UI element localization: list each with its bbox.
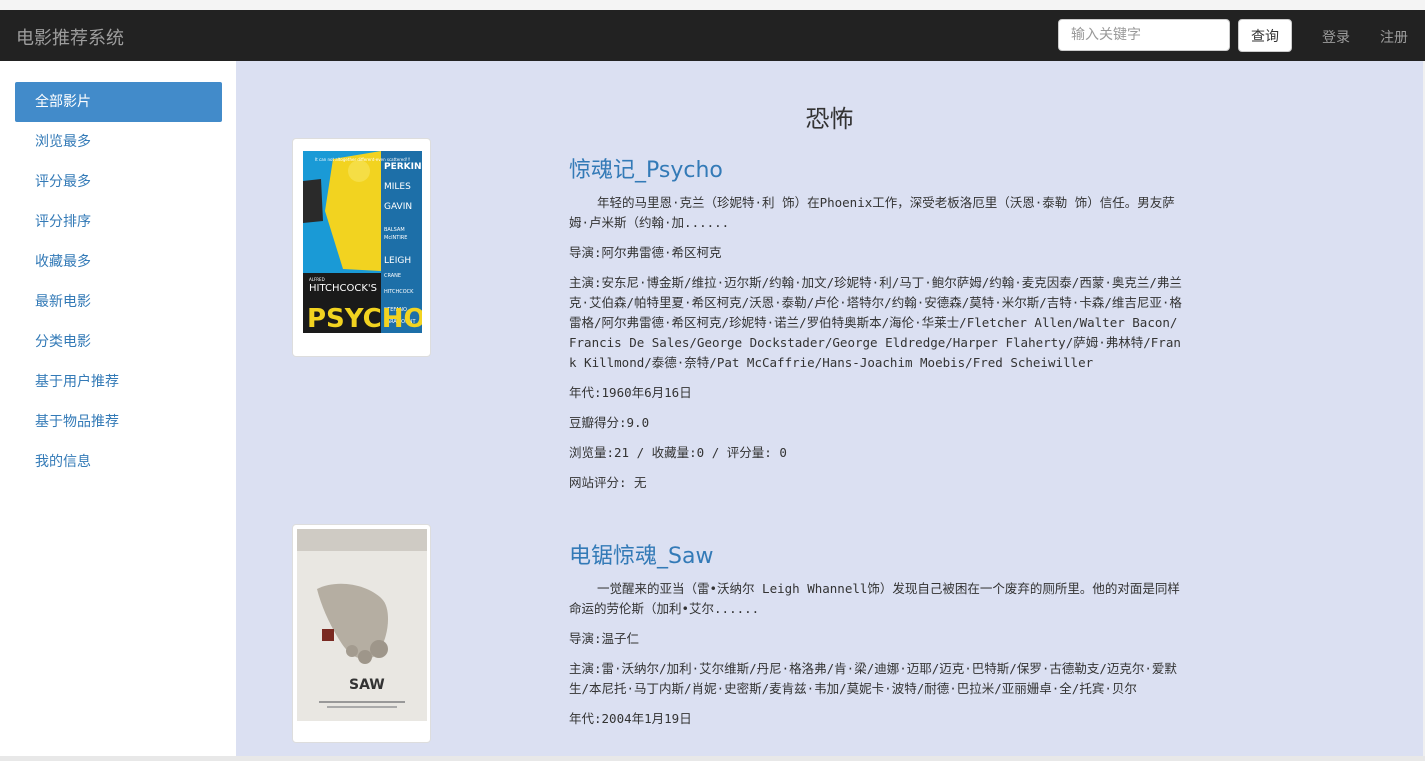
movie-douban-score: 豆瓣得分:9.0 (569, 415, 650, 430)
svg-text:MILES: MILES (384, 182, 411, 192)
svg-text:PERKINS: PERKINS (384, 162, 422, 172)
sidebar-item-user-based[interactable]: 基于用户推荐 (15, 362, 222, 402)
main-content: 恐怖 It can not altogether different-even … (236, 61, 1423, 761)
search-input[interactable] (1058, 19, 1230, 51)
sidebar-item-all-movies[interactable]: 全部影片 (15, 82, 222, 122)
poster-image: SAW (297, 529, 427, 721)
sidebar: 全部影片 浏览最多 评分最多 评分排序 收藏最多 最新电影 分类电影 基于用户推… (0, 61, 236, 761)
svg-text:HITCHCOCK: HITCHCOCK (384, 289, 414, 295)
top-navbar: 电影推荐系统 查询 登录 注册 (0, 10, 1425, 61)
svg-text:LEIGH: LEIGH (384, 256, 411, 266)
svg-text:BALSAM: BALSAM (384, 227, 405, 233)
login-link[interactable]: 登录 (1322, 27, 1350, 47)
sidebar-item-item-based[interactable]: 基于物品推荐 (15, 402, 222, 442)
category-title: 恐怖 (805, 105, 854, 133)
svg-text:CRANE: CRANE (384, 273, 401, 279)
movie-site-rating: 网站评分: 无 (569, 475, 647, 490)
movie-director: 导演:温子仁 (569, 631, 640, 646)
sidebar-item-my-info[interactable]: 我的信息 (15, 442, 222, 482)
poster-image: It can not altogether different-even sca… (303, 151, 422, 333)
brand-title[interactable]: 电影推荐系统 (16, 24, 124, 50)
movie-year: 年代:1960年6月16日 (569, 385, 692, 400)
movie-title-link[interactable]: 电锯惊魂_Saw (569, 542, 1184, 572)
movie-info-saw: 电锯惊魂_Saw 一觉醒来的亚当（雷•沃纳尔 Leigh Whannell饰）发… (569, 542, 1184, 739)
movie-poster-saw[interactable]: SAW (292, 524, 431, 743)
poster-logo-text: SAW (349, 677, 385, 693)
movie-info-psycho: 惊魂记_Psycho 年轻的马里恩·克兰（珍妮特·利 饰）在Phoenix工作，… (569, 156, 1184, 503)
sidebar-item-most-rated[interactable]: 评分最多 (15, 162, 222, 202)
register-link[interactable]: 注册 (1380, 27, 1408, 47)
sidebar-item-rating-rank[interactable]: 评分排序 (15, 202, 222, 242)
svg-text:HITCHCOCK'S: HITCHCOCK'S (309, 283, 377, 294)
sidebar-item-most-viewed[interactable]: 浏览最多 (15, 122, 222, 162)
sidebar-item-latest[interactable]: 最新电影 (15, 282, 222, 322)
movie-description: 一觉醒来的亚当（雷•沃纳尔 Leigh Whannell饰）发现自己被困在一个废… (569, 581, 1180, 616)
movie-title-link[interactable]: 惊魂记_Psycho (569, 156, 1184, 186)
svg-text:GAVIN: GAVIN (384, 202, 412, 212)
sidebar-item-by-category[interactable]: 分类电影 (15, 322, 222, 362)
sidebar-item-most-favorited[interactable]: 收藏最多 (15, 242, 222, 282)
svg-text:McINTIRE: McINTIRE (384, 235, 407, 241)
svg-text:ALFRED: ALFRED (309, 277, 325, 282)
movie-director: 导演:阿尔弗雷德·希区柯克 (569, 245, 722, 260)
search-button[interactable]: 查询 (1238, 19, 1292, 52)
movie-description: 年轻的马里恩·克兰（珍妮特·利 饰）在Phoenix工作，深受老板洛厄里（沃恩·… (569, 195, 1175, 230)
poster-logo-text: PSYCHO (307, 304, 422, 333)
movie-stats: 浏览量:21 / 收藏量:0 / 评分量: 0 (569, 445, 787, 460)
movie-cast: 主演:安东尼·博金斯/维拉·迈尔斯/约翰·加文/珍妮特·利/马丁·鲍尔萨姆/约翰… (569, 275, 1182, 370)
movie-year: 年代:2004年1月19日 (569, 711, 692, 726)
movie-poster-psycho[interactable]: It can not altogether different-even sca… (292, 138, 431, 357)
window-bottom-edge (0, 756, 1425, 761)
movie-cast: 主演:雷·沃纳尔/加利·艾尔维斯/丹尼·格洛弗/肯·梁/迪娜·迈耶/迈克·巴特斯… (569, 661, 1177, 696)
